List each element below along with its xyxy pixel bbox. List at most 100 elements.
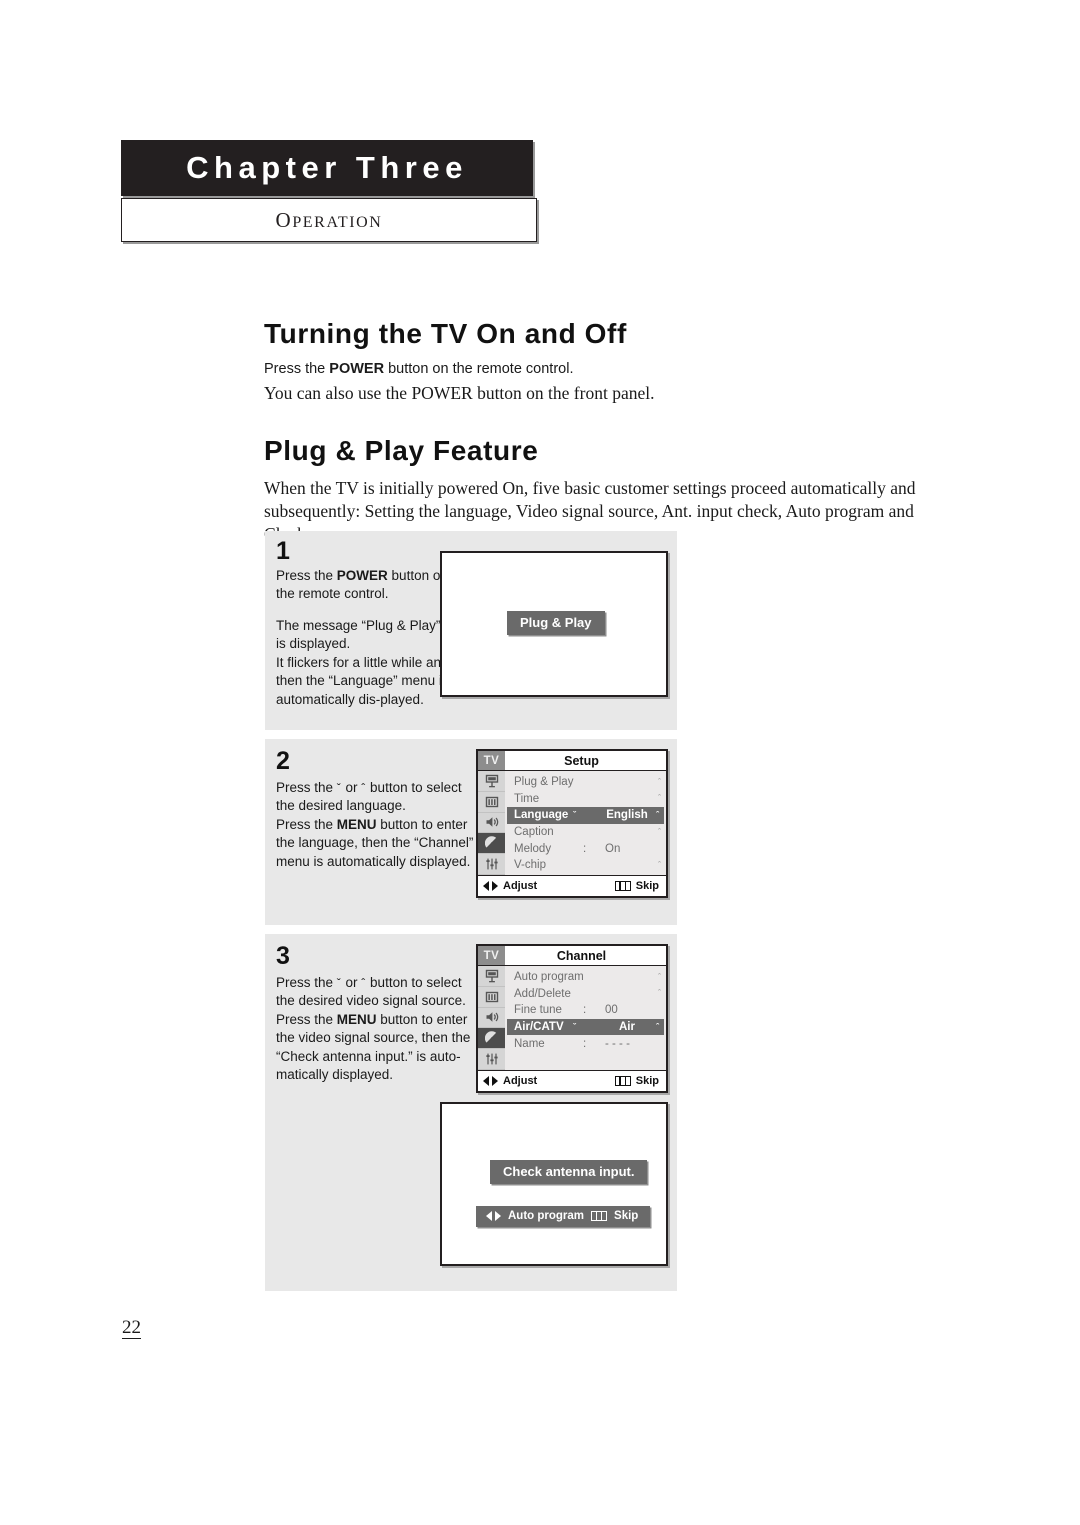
adjust-arrows-icon bbox=[486, 1210, 501, 1222]
turning-tv-line-2: You can also use the POWER button on the… bbox=[264, 382, 655, 403]
row-caret-icon: ˆ bbox=[658, 988, 661, 999]
channel-row-name[interactable]: Name : - - - - bbox=[505, 1035, 666, 1052]
adjust-arrows-icon bbox=[483, 880, 498, 892]
step2-mid: or bbox=[341, 780, 362, 795]
setup-row-plug-and-play[interactable]: Plug & Play ˆ bbox=[505, 774, 666, 791]
setup-row-melody[interactable]: Melody : On bbox=[505, 840, 666, 857]
chapter-subtitle-bar: OPERATION bbox=[121, 198, 537, 242]
row-caret-icon: ˆ bbox=[656, 809, 659, 820]
setup-row-label: Language bbox=[514, 809, 569, 822]
channel-icon-rail bbox=[478, 966, 505, 1070]
channel-tv-tab: TV bbox=[478, 946, 505, 965]
row-caret-icon: ˆ bbox=[658, 776, 661, 787]
step-panel-1: 1 Press the POWER button on the remote c… bbox=[265, 531, 677, 730]
chapter-title-bar: Chapter Three bbox=[121, 140, 533, 196]
step3-mid: or bbox=[341, 975, 362, 990]
setup-sliders-icon[interactable] bbox=[478, 854, 505, 875]
channel-row-colon: : bbox=[583, 1004, 587, 1017]
channel-footer-adjust[interactable]: Adjust bbox=[483, 1075, 537, 1087]
chapter-subtitle-initial: O bbox=[275, 207, 293, 232]
channel-row-auto-program[interactable]: Auto program ˆ bbox=[505, 969, 666, 986]
channel-menu-title: Channel bbox=[556, 948, 607, 963]
power-keyword: POWER bbox=[329, 361, 385, 377]
channel-menu-body: Auto program ˆ Add/Delete ˆ Fine tune : … bbox=[478, 966, 666, 1070]
step-number-2: 2 bbox=[276, 747, 290, 775]
step1-power-keyword: POWER bbox=[336, 568, 388, 583]
setup-footer-adjust-label: Adjust bbox=[503, 880, 538, 892]
step3-menu-keyword: MENU bbox=[336, 1011, 377, 1027]
channel-row-fine-tune[interactable]: Fine tune : 00 bbox=[505, 1002, 666, 1019]
antenna-dish-icon[interactable] bbox=[478, 833, 505, 855]
turning-tv-line-1-pre: Press the bbox=[264, 361, 330, 377]
chapter-header: Chapter Three OPERATION bbox=[121, 140, 537, 242]
channel-footer-adjust-label: Adjust bbox=[503, 1075, 538, 1087]
step-text-2: Press the ˇ or ˆ button to select the de… bbox=[276, 779, 476, 871]
setup-osd-menu: TV Setup Plug & Play ˆ Time ˆ Language ˇ… bbox=[476, 749, 668, 898]
setup-row-language[interactable]: Language ˇ English ˆ bbox=[507, 807, 664, 824]
channel-footer-skip-label: Skip bbox=[635, 1075, 659, 1087]
osd-banner-check-antenna-input: Check antenna input. bbox=[490, 1160, 648, 1184]
setup-row-label: Caption bbox=[514, 826, 554, 839]
step2b-pre: Press the bbox=[276, 816, 337, 832]
body-content: Turning the TV On and Off Press the POWE… bbox=[264, 318, 954, 547]
step1-instruction-1: Press the POWER button on the remote con… bbox=[276, 567, 452, 604]
skip-bars-icon bbox=[591, 1211, 608, 1221]
step2-instruction-2: Press the MENU button to enter the langu… bbox=[276, 816, 476, 871]
sound-speaker-icon[interactable] bbox=[478, 1008, 505, 1029]
channel-row-label: Air/CATV bbox=[514, 1021, 564, 1034]
step-text-1: Press the POWER button on the remote con… bbox=[276, 567, 452, 709]
channel-row-label: Fine tune bbox=[514, 1004, 562, 1017]
setup-menu-footer: Adjust Skip bbox=[478, 875, 666, 896]
skip-bars-icon bbox=[614, 1076, 631, 1086]
tv-screen-step1: Plug & Play bbox=[440, 551, 668, 697]
page-number: 22 bbox=[122, 1317, 141, 1339]
channel-footer-skip[interactable]: Skip bbox=[614, 1075, 659, 1087]
step2-pre: Press the bbox=[276, 780, 337, 795]
step1-text-spacer bbox=[276, 604, 452, 617]
channel-menu-footer: Adjust Skip bbox=[478, 1070, 666, 1091]
page-title-plug-and-play: Plug & Play Feature bbox=[264, 434, 539, 466]
channel-menu-rows: Auto program ˆ Add/Delete ˆ Fine tune : … bbox=[505, 966, 666, 1070]
channel-row-air-catv[interactable]: Air/CATV ˇ Air ˆ bbox=[507, 1018, 664, 1036]
page-title-turning-tv: Turning the TV On and Off bbox=[264, 318, 627, 349]
setup-tv-tab: TV bbox=[478, 751, 505, 770]
row-left-caret-icon: ˇ bbox=[573, 810, 576, 821]
step-number-1: 1 bbox=[276, 537, 290, 565]
channel-row-colon: : bbox=[583, 1037, 587, 1050]
channel-osd-menu: TV Channel Auto program ˆ Add/Delete ˆ F… bbox=[476, 944, 668, 1093]
tv-screen-step3: Check antenna input. Auto program Skip bbox=[440, 1102, 668, 1266]
steps-container: 1 Press the POWER button on the remote c… bbox=[265, 531, 677, 1300]
osd-banner-plug-and-play: Plug & Play bbox=[507, 611, 605, 635]
setup-sliders-icon[interactable] bbox=[478, 1049, 505, 1070]
step2-instruction-1: Press the ˇ or ˆ button to select the de… bbox=[276, 779, 476, 816]
step-panel-2: 2 Press the ˇ or ˆ button to select the … bbox=[265, 739, 677, 925]
setup-footer-skip[interactable]: Skip bbox=[614, 880, 659, 892]
step2-menu-keyword: MENU bbox=[336, 816, 377, 832]
setup-row-label: Melody bbox=[514, 842, 552, 855]
sound-speaker-icon[interactable] bbox=[478, 813, 505, 834]
step3-instruction-1: Press the ˇ or ˆ button to select the de… bbox=[276, 974, 476, 1011]
row-caret-icon: ˆ bbox=[658, 859, 661, 870]
channel-bars-icon[interactable] bbox=[478, 792, 505, 813]
channel-row-value: 00 bbox=[605, 1004, 618, 1017]
antenna-dish-icon[interactable] bbox=[478, 1028, 505, 1050]
skip-bars-icon bbox=[614, 881, 631, 891]
setup-footer-adjust[interactable]: Adjust bbox=[483, 880, 537, 892]
channel-row-add-delete[interactable]: Add/Delete ˆ bbox=[505, 986, 666, 1003]
channel-row-label: Auto program bbox=[514, 971, 584, 984]
osd-skip-label: Skip bbox=[614, 1210, 639, 1222]
channel-bars-icon[interactable] bbox=[478, 987, 505, 1008]
setup-row-label: Plug & Play bbox=[514, 776, 574, 789]
setup-row-caption[interactable]: Caption ˆ bbox=[505, 824, 666, 841]
picture-icon[interactable] bbox=[478, 771, 505, 792]
setup-row-label: Time bbox=[514, 792, 540, 805]
setup-row-colon: : bbox=[583, 842, 587, 855]
setup-icon-rail bbox=[478, 771, 505, 875]
row-caret-icon: ˆ bbox=[658, 793, 661, 804]
setup-row-time[interactable]: Time ˆ bbox=[505, 791, 666, 808]
setup-row-vchip[interactable]: V-chip ˆ bbox=[505, 857, 666, 874]
osd-auto-program-bar[interactable]: Auto program Skip bbox=[476, 1206, 651, 1227]
step-text-3: Press the ˇ or ˆ button to select the de… bbox=[276, 974, 476, 1085]
picture-icon[interactable] bbox=[478, 966, 505, 987]
